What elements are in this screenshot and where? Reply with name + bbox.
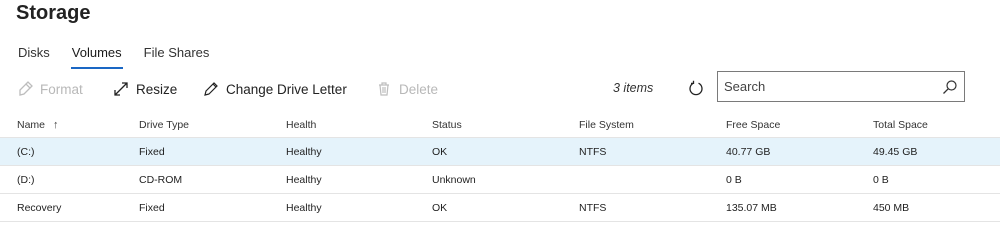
cell-free-space: 135.07 MB: [726, 201, 777, 214]
cell-name: (C:): [17, 145, 35, 158]
column-header-total-space[interactable]: Total Space: [873, 112, 928, 137]
cell-total-space: 0 B: [873, 173, 889, 186]
change-drive-letter-button[interactable]: Change Drive Letter: [203, 78, 347, 100]
cell-health: Healthy: [286, 201, 322, 214]
column-header-free-space[interactable]: Free Space: [726, 112, 780, 137]
volumes-table: Name ↑ Drive Type Health Status File Syst…: [0, 112, 1000, 222]
delete-label: Delete: [399, 81, 439, 97]
table-row[interactable]: (D:) CD-ROM Healthy Unknown 0 B 0 B: [0, 166, 1000, 194]
format-label: Format: [40, 81, 83, 97]
column-header-name[interactable]: Name ↑: [17, 112, 59, 137]
resize-icon: [113, 81, 129, 97]
column-header-file-system[interactable]: File System: [579, 112, 634, 137]
cell-name: (D:): [17, 173, 35, 186]
column-header-status[interactable]: Status: [432, 112, 462, 137]
cell-free-space: 0 B: [726, 173, 742, 186]
tab-bar: Disks Volumes File Shares: [18, 45, 231, 69]
resize-label: Resize: [136, 81, 178, 97]
column-header-drive-type[interactable]: Drive Type: [139, 112, 189, 137]
cell-status: OK: [432, 201, 448, 214]
cell-total-space: 49.45 GB: [873, 145, 918, 158]
refresh-button[interactable]: [688, 80, 704, 96]
resize-button[interactable]: Resize: [113, 78, 177, 100]
cell-drive-type: Fixed: [139, 145, 165, 158]
cell-status: OK: [432, 145, 448, 158]
search-box: [717, 71, 965, 102]
table-row[interactable]: Recovery Fixed Healthy OK NTFS 135.07 MB…: [0, 194, 1000, 222]
search-icon[interactable]: [942, 79, 958, 95]
cell-file-system: NTFS: [579, 145, 607, 158]
tab-disks[interactable]: Disks: [18, 45, 50, 67]
item-count: 3 items: [613, 81, 654, 95]
trash-icon: [376, 81, 392, 97]
cell-name: Recovery: [17, 201, 62, 214]
column-header-health[interactable]: Health: [286, 112, 316, 137]
table-row[interactable]: (C:) Fixed Healthy OK NTFS 40.77 GB 49.4…: [0, 138, 1000, 166]
format-button[interactable]: Format: [17, 78, 83, 100]
page-title: Storage: [16, 2, 91, 24]
cell-total-space: 450 MB: [873, 201, 910, 214]
cell-status: Unknown: [432, 173, 476, 186]
cell-free-space: 40.77 GB: [726, 145, 771, 158]
tab-volumes[interactable]: Volumes: [70, 45, 123, 69]
cell-drive-type: CD-ROM: [139, 173, 183, 186]
format-icon: [17, 81, 33, 97]
cell-health: Healthy: [286, 145, 322, 158]
cell-drive-type: Fixed: [139, 201, 165, 214]
pencil-icon: [203, 81, 219, 97]
change-drive-letter-label: Change Drive Letter: [226, 81, 347, 97]
cell-health: Healthy: [286, 173, 322, 186]
tab-file-shares[interactable]: File Shares: [144, 45, 210, 67]
delete-button[interactable]: Delete: [376, 78, 438, 100]
cell-file-system: NTFS: [579, 201, 607, 214]
refresh-icon: [689, 80, 703, 96]
sort-ascending-icon: ↑: [53, 118, 59, 131]
table-header: Name ↑ Drive Type Health Status File Syst…: [0, 112, 1000, 138]
search-input[interactable]: [718, 72, 942, 101]
